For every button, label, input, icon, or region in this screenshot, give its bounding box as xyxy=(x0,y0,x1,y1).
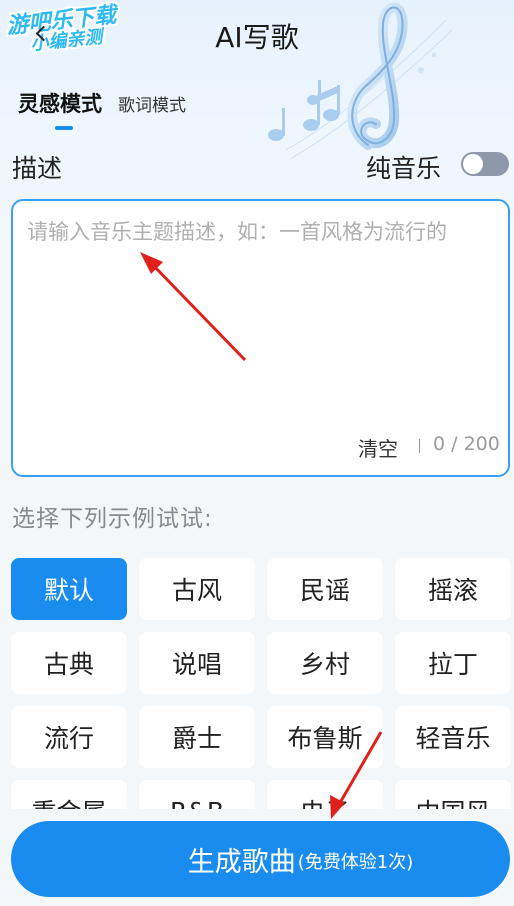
description-box: 清空 0 / 200 xyxy=(11,199,510,477)
genre-chip[interactable]: 中国风 xyxy=(395,780,511,809)
genre-chip[interactable]: R&B xyxy=(139,780,255,809)
generate-label: 生成歌曲 xyxy=(187,846,296,878)
free-trial-label: (免费体验1次) xyxy=(297,852,414,873)
tab-lyrics-mode[interactable]: 歌词模式 xyxy=(118,91,186,118)
genre-chip[interactable]: 重金属 xyxy=(11,780,127,809)
pure-music-label: 纯音乐 xyxy=(366,154,442,183)
genre-chip[interactable]: 乡村 xyxy=(267,632,383,694)
genre-chip[interactable]: 轻音乐 xyxy=(395,706,511,768)
mode-tabs: 灵感模式 歌词模式 xyxy=(18,88,186,130)
genre-chip[interactable]: 说唱 xyxy=(139,632,255,694)
genre-chip[interactable]: 拉丁 xyxy=(395,632,511,694)
genre-chip[interactable]: 古典 xyxy=(11,632,127,694)
character-counter: 0 / 200 xyxy=(433,433,500,455)
genre-list: 默认古风民谣摇滚古典说唱乡村拉丁流行爵士布鲁斯轻音乐重金属 R&B 电子中国风 xyxy=(0,555,514,809)
counter-divider xyxy=(419,439,420,453)
tab-inspiration-label: 灵感模式 xyxy=(18,92,102,116)
genre-chip[interactable]: 默认 xyxy=(11,558,127,620)
genre-chip[interactable]: 摇滚 xyxy=(395,558,511,620)
genre-chip[interactable]: 古风 xyxy=(139,558,255,620)
active-tab-indicator xyxy=(55,126,73,130)
clear-button[interactable]: 清空 xyxy=(358,433,398,462)
genre-chip[interactable]: 电子 xyxy=(267,780,383,809)
genre-chip[interactable]: 流行 xyxy=(11,706,127,768)
generate-song-button[interactable]: 生成歌曲 (免费体验1次) xyxy=(11,821,510,897)
music-notes-illustration xyxy=(268,2,453,159)
genre-chip[interactable]: 布鲁斯 xyxy=(267,706,383,768)
tab-inspiration-mode[interactable]: 灵感模式 xyxy=(18,88,102,130)
pure-music-toggle[interactable] xyxy=(461,152,509,176)
toggle-knob xyxy=(463,154,483,174)
genre-chip[interactable]: 爵士 xyxy=(139,706,255,768)
description-input[interactable] xyxy=(27,217,487,427)
genre-grid: 默认古风民谣摇滚古典说唱乡村拉丁流行爵士布鲁斯轻音乐重金属 R&B 电子中国风 xyxy=(11,558,511,809)
examples-label: 选择下列示例试试: xyxy=(12,506,213,532)
description-label: 描述 xyxy=(12,154,63,183)
genre-chip[interactable]: 民谣 xyxy=(267,558,383,620)
